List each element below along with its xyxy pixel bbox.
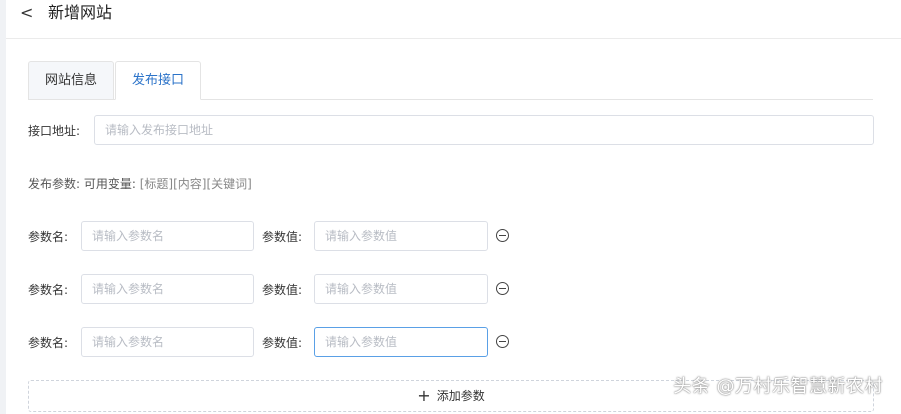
param-name-input[interactable] [81, 221, 254, 251]
form-card: < 新增网站 网站信息 发布接口 接口地址: 发布参数: 可用变量: [标题][… [6, 0, 901, 414]
params-label: 发布参数: [28, 177, 81, 191]
tab-publish-api[interactable]: 发布接口 [115, 61, 201, 100]
param-value-label: 参数值: [262, 230, 303, 244]
endpoint-input[interactable] [94, 115, 874, 145]
tab-bar: 网站信息 发布接口 [28, 61, 873, 100]
param-value-input[interactable] [314, 221, 488, 251]
tab-site-info[interactable]: 网站信息 [28, 61, 114, 99]
param-value-label: 参数值: [262, 283, 303, 297]
endpoint-label: 接口地址: [28, 124, 81, 138]
remove-circle-icon[interactable] [496, 335, 509, 348]
watermark: 头条 @万村乐智慧新农村 [673, 376, 883, 397]
page-header: < 新增网站 [6, 0, 901, 39]
plus-icon: + [417, 386, 431, 405]
param-name-label: 参数名: [28, 283, 69, 297]
remove-circle-icon[interactable] [496, 229, 509, 242]
param-name-label: 参数名: [28, 230, 69, 244]
param-value-input[interactable] [314, 274, 488, 304]
param-value-label: 参数值: [262, 336, 303, 350]
back-arrow-icon[interactable]: < [20, 3, 33, 23]
param-value-input[interactable] [314, 327, 488, 357]
params-hint: 发布参数: 可用变量: [标题][内容][关键词] [28, 176, 252, 192]
remove-circle-icon[interactable] [496, 282, 509, 295]
available-variables: [标题][内容][关键词] [139, 177, 252, 191]
param-name-input[interactable] [81, 327, 254, 357]
param-name-label: 参数名: [28, 336, 69, 350]
variables-prefix: 可用变量: [83, 177, 136, 191]
page-title: 新增网站 [48, 3, 113, 22]
param-name-input[interactable] [81, 274, 254, 304]
add-param-label: 添加参数 [436, 389, 485, 403]
